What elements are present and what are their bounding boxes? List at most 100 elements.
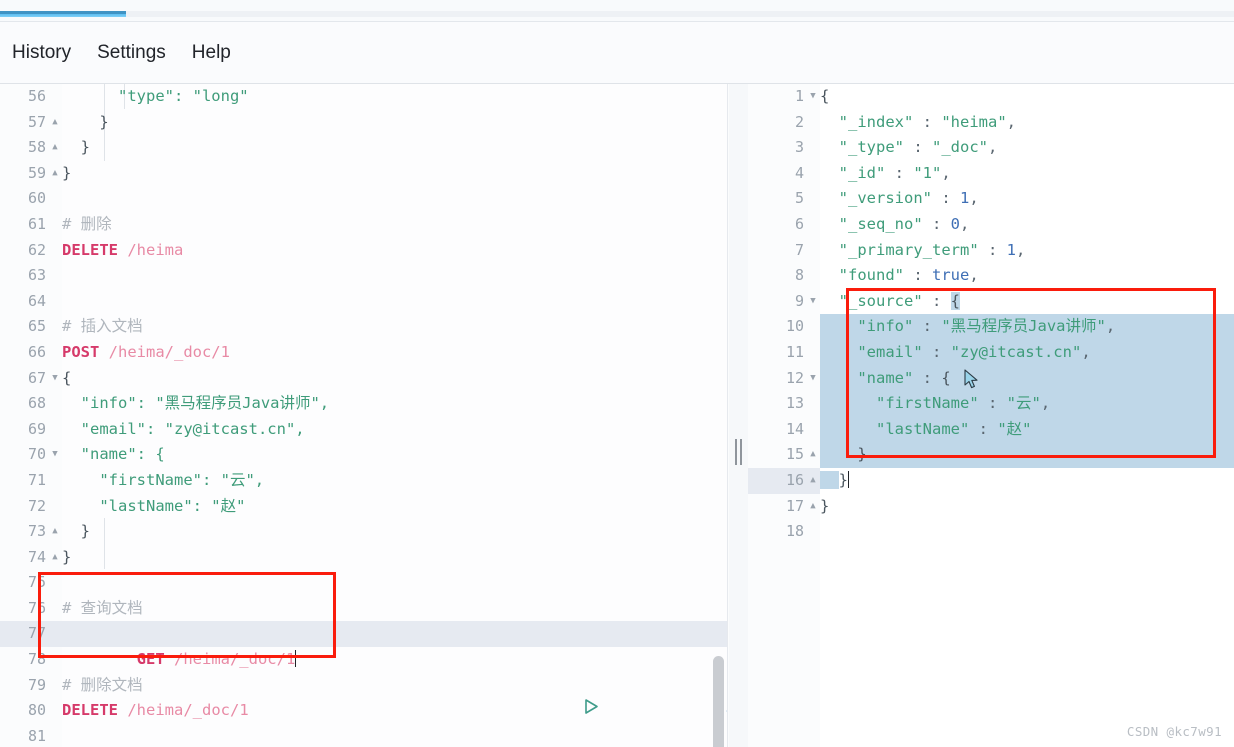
code-line[interactable]: "info" : "黑马程序员Java讲师", — [820, 314, 1234, 340]
fold-marker[interactable] — [48, 391, 62, 417]
fold-marker[interactable] — [48, 673, 62, 699]
code-line[interactable]: "_source" : { — [820, 289, 1234, 315]
fold-marker[interactable]: ▲ — [806, 468, 820, 494]
fold-marker[interactable]: ▼ — [48, 442, 62, 468]
fold-marker[interactable] — [48, 621, 62, 647]
fold-marker[interactable] — [48, 570, 62, 596]
json-value: "云" — [1006, 394, 1041, 413]
fold-marker[interactable] — [48, 468, 62, 494]
fold-marker[interactable]: ▲ — [48, 161, 62, 187]
fold-marker[interactable]: ▲ — [806, 494, 820, 520]
fold-marker[interactable]: ▼ — [806, 84, 820, 110]
code-line[interactable]: "info": "黑马程序员Java讲师", — [62, 391, 727, 417]
fold-marker[interactable] — [48, 212, 62, 238]
fold-marker[interactable] — [48, 263, 62, 289]
code-line[interactable]: "lastName": "赵" — [62, 494, 727, 520]
code-line[interactable]: "_primary_term" : 1, — [820, 238, 1234, 264]
request-editor-scrollbar[interactable] — [713, 656, 724, 747]
fold-marker[interactable] — [48, 417, 62, 443]
menu-settings[interactable]: Settings — [97, 36, 178, 70]
code-line[interactable]: } — [62, 161, 727, 187]
code-line[interactable]: "firstName" : "云", — [820, 391, 1234, 417]
code-line[interactable]: # 删除文档 — [62, 673, 727, 699]
fold-marker[interactable] — [48, 238, 62, 264]
request-editor[interactable]: "type": "long" } } } # 删除 DELETE /heima … — [0, 84, 728, 747]
fold-marker[interactable] — [806, 340, 820, 366]
fold-marker[interactable]: ▲ — [806, 442, 820, 468]
code-line[interactable]: POST /heima/_doc/1 — [62, 340, 727, 366]
code-line[interactable]: } — [820, 442, 1234, 468]
fold-marker[interactable] — [48, 596, 62, 622]
fold-marker[interactable]: ▼ — [806, 366, 820, 392]
code-line-active[interactable]: GET /heima/_doc/1 — [62, 621, 727, 715]
code-line[interactable]: DELETE /heima/_doc/1 — [62, 698, 727, 724]
fold-marker[interactable]: ▲ — [48, 135, 62, 161]
code-line[interactable]: "email": "zy@itcast.cn", — [62, 417, 727, 443]
code-line[interactable]: "lastName" : "赵" — [820, 416, 1234, 443]
fold-marker[interactable] — [806, 110, 820, 136]
fold-marker[interactable] — [48, 724, 62, 747]
code-line[interactable] — [820, 519, 1234, 545]
fold-marker[interactable] — [48, 314, 62, 340]
code-line[interactable]: { — [62, 366, 727, 392]
fold-marker[interactable] — [806, 263, 820, 289]
code-line[interactable]: } — [62, 545, 727, 571]
fold-marker[interactable] — [806, 186, 820, 212]
code-line[interactable]: "name": { — [62, 442, 727, 468]
fold-marker[interactable] — [48, 698, 62, 724]
fold-marker[interactable] — [48, 289, 62, 315]
fold-marker[interactable] — [48, 186, 62, 212]
fold-marker[interactable] — [48, 494, 62, 520]
fold-marker[interactable] — [48, 84, 62, 110]
code-line[interactable] — [62, 570, 727, 596]
code-line[interactable]: } — [62, 135, 727, 161]
code-line[interactable]: # 查询文档 — [62, 596, 727, 622]
fold-marker[interactable] — [48, 340, 62, 366]
code-line[interactable]: } — [62, 110, 727, 136]
fold-marker[interactable] — [806, 135, 820, 161]
code-line[interactable]: # 插入文档 — [62, 314, 727, 340]
code-line[interactable]: { — [820, 84, 1234, 110]
fold-marker[interactable] — [806, 391, 820, 417]
code-line[interactable]: # 删除 — [62, 212, 727, 238]
code-line[interactable] — [62, 289, 727, 315]
code-line[interactable]: } — [62, 519, 727, 545]
code-line[interactable]: "email" : "zy@itcast.cn", — [820, 339, 1234, 366]
code-line[interactable]: "_index" : "heima", — [820, 110, 1234, 136]
code-line[interactable]: "_type" : "_doc", — [820, 135, 1234, 161]
fold-marker[interactable] — [806, 212, 820, 238]
fold-marker[interactable] — [48, 647, 62, 673]
response-viewer-code[interactable]: { "_index" : "heima", "_type" : "_doc", … — [820, 84, 1234, 747]
editor-splitter[interactable] — [729, 84, 748, 747]
fold-marker[interactable]: ▲ — [48, 110, 62, 136]
fold-marker[interactable] — [806, 417, 820, 443]
code-line[interactable]: "name" : { — [820, 365, 1234, 392]
code-line[interactable] — [62, 724, 727, 747]
fold-marker[interactable] — [806, 238, 820, 264]
code-text: "type": "long" — [62, 87, 249, 105]
fold-marker[interactable]: ▼ — [48, 366, 62, 392]
menu-history[interactable]: History — [12, 36, 83, 70]
code-line[interactable]: "type": "long" — [62, 84, 727, 110]
code-line[interactable] — [62, 647, 727, 673]
fold-marker[interactable]: ▲ — [48, 519, 62, 545]
code-line[interactable]: } — [820, 494, 1234, 520]
menu-help[interactable]: Help — [192, 36, 243, 70]
fold-marker[interactable] — [806, 519, 820, 545]
code-line[interactable] — [62, 186, 727, 212]
fold-marker[interactable]: ▼ — [806, 289, 820, 315]
code-line-active[interactable]: } — [820, 468, 1234, 494]
json-value: "赵" — [997, 419, 1032, 438]
fold-marker[interactable] — [806, 161, 820, 187]
code-line[interactable]: "_version" : 1, — [820, 186, 1234, 212]
code-line[interactable]: DELETE /heima — [62, 238, 727, 264]
fold-marker[interactable]: ▲ — [48, 545, 62, 571]
response-viewer[interactable]: { "_index" : "heima", "_type" : "_doc", … — [748, 84, 1234, 747]
code-line[interactable]: "firstName": "云", — [62, 468, 727, 494]
code-line[interactable]: "found" : true, — [820, 263, 1234, 289]
code-line[interactable]: "_id" : "1", — [820, 161, 1234, 187]
code-line[interactable] — [62, 263, 727, 289]
code-line[interactable]: "_seq_no" : 0, — [820, 212, 1234, 238]
request-editor-code[interactable]: "type": "long" } } } # 删除 DELETE /heima … — [62, 84, 727, 747]
fold-marker[interactable] — [806, 314, 820, 340]
